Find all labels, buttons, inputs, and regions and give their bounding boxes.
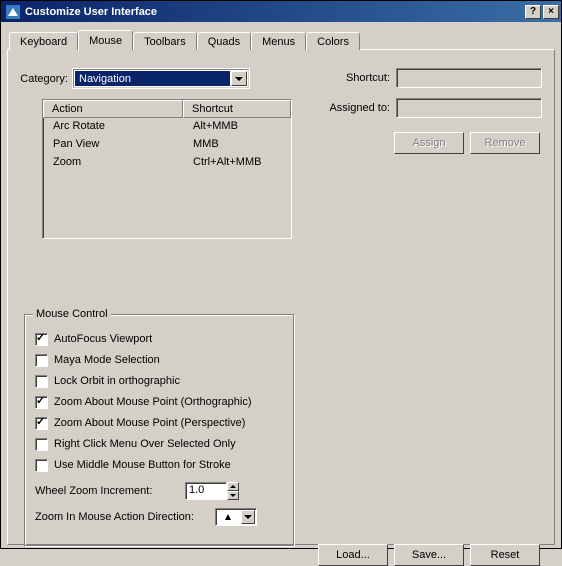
app-icon — [5, 4, 21, 20]
checkbox-label: Right Click Menu Over Selected Only — [54, 438, 236, 450]
shortcut-panel: Shortcut: Assigned to: Assign Remove — [318, 68, 542, 154]
mouse-control-group: Mouse Control AutoFocus Viewport Maya Mo… — [24, 314, 294, 546]
checkbox-icon — [35, 375, 48, 388]
window-body: Keyboard Mouse Toolbars Quads Menus Colo… — [0, 22, 562, 549]
tab-colors[interactable]: Colors — [306, 32, 360, 50]
tab-quads[interactable]: Quads — [197, 32, 251, 50]
checkbox-lock-orbit[interactable]: Lock Orbit in orthographic — [35, 372, 283, 390]
action-list[interactable]: Action Shortcut Arc Rotate Alt+MMB Pan V… — [42, 99, 292, 239]
checkbox-label: Zoom About Mouse Point (Perspective) — [54, 417, 245, 429]
zoom-direction-value — [216, 509, 240, 525]
table-row[interactable]: Zoom Ctrl+Alt+MMB — [43, 154, 291, 172]
bottom-button-row: Load... Save... Reset — [318, 544, 540, 566]
cell-shortcut: MMB — [183, 136, 291, 154]
checkbox-mmb-stroke[interactable]: Use Middle Mouse Button for Stroke — [35, 456, 283, 474]
tab-mouse[interactable]: Mouse — [78, 30, 133, 51]
assigned-to-label: Assigned to: — [318, 102, 396, 114]
reset-button[interactable]: Reset — [470, 544, 540, 566]
checkbox-autofocus[interactable]: AutoFocus Viewport — [35, 330, 283, 348]
help-button[interactable]: ? — [525, 5, 541, 19]
checkbox-icon — [35, 354, 48, 367]
assigned-to-field — [396, 98, 542, 118]
checkbox-maya-mode[interactable]: Maya Mode Selection — [35, 351, 283, 369]
column-header-action[interactable]: Action — [43, 100, 183, 118]
close-button[interactable]: × — [543, 5, 559, 19]
assign-button[interactable]: Assign — [394, 132, 464, 154]
category-label: Category: — [16, 73, 72, 85]
dropdown-arrow-icon — [241, 510, 255, 524]
tab-keyboard[interactable]: Keyboard — [9, 32, 78, 50]
table-row[interactable]: Arc Rotate Alt+MMB — [43, 118, 291, 136]
mouse-control-legend: Mouse Control — [33, 308, 111, 320]
zoom-direction-select[interactable] — [215, 508, 257, 526]
checkbox-label: Use Middle Mouse Button for Stroke — [54, 459, 231, 471]
dropdown-arrow-icon — [231, 71, 247, 86]
tab-panel: Category: Navigation Shortcut: Assigned … — [7, 49, 555, 545]
tab-strip: Keyboard Mouse Toolbars Quads Menus Colo… — [7, 28, 555, 49]
checkbox-label: AutoFocus Viewport — [54, 333, 152, 345]
category-dropdown[interactable]: Navigation — [72, 68, 250, 89]
tab-menus[interactable]: Menus — [251, 32, 306, 50]
table-row[interactable]: Pan View MMB — [43, 136, 291, 154]
checkbox-icon — [35, 417, 48, 430]
checkbox-zoom-persp[interactable]: Zoom About Mouse Point (Perspective) — [35, 414, 283, 432]
cell-shortcut: Alt+MMB — [183, 118, 291, 136]
checkbox-label: Maya Mode Selection — [54, 354, 160, 366]
zoom-direction-label: Zoom In Mouse Action Direction: — [35, 511, 215, 523]
shortcut-label: Shortcut: — [318, 72, 396, 84]
column-header-shortcut[interactable]: Shortcut — [183, 100, 291, 118]
load-button[interactable]: Load... — [318, 544, 388, 566]
wheel-increment-spinner[interactable]: 1.0 — [185, 482, 239, 500]
category-selected: Navigation — [75, 71, 230, 86]
save-button[interactable]: Save... — [394, 544, 464, 566]
cell-shortcut: Ctrl+Alt+MMB — [183, 154, 291, 172]
checkbox-label: Lock Orbit in orthographic — [54, 375, 180, 387]
checkbox-right-click[interactable]: Right Click Menu Over Selected Only — [35, 435, 283, 453]
checkbox-icon — [35, 333, 48, 346]
checkbox-icon — [35, 396, 48, 409]
spinner-down-icon[interactable] — [227, 491, 239, 500]
title-bar: Customize User Interface ? × — [0, 0, 562, 22]
cell-action: Pan View — [43, 136, 183, 154]
checkbox-label: Zoom About Mouse Point (Orthographic) — [54, 396, 251, 408]
checkbox-icon — [35, 438, 48, 451]
cell-action: Arc Rotate — [43, 118, 183, 136]
checkbox-zoom-ortho[interactable]: Zoom About Mouse Point (Orthographic) — [35, 393, 283, 411]
shortcut-field[interactable] — [396, 68, 542, 88]
checkbox-icon — [35, 459, 48, 472]
window-title: Customize User Interface — [25, 6, 523, 18]
arrow-up-icon — [225, 514, 231, 520]
remove-button[interactable]: Remove — [470, 132, 540, 154]
wheel-increment-label: Wheel Zoom Increment: — [35, 485, 185, 497]
spinner-up-icon[interactable] — [227, 482, 239, 491]
tab-toolbars[interactable]: Toolbars — [133, 32, 197, 50]
cell-action: Zoom — [43, 154, 183, 172]
wheel-increment-value[interactable]: 1.0 — [185, 482, 227, 500]
